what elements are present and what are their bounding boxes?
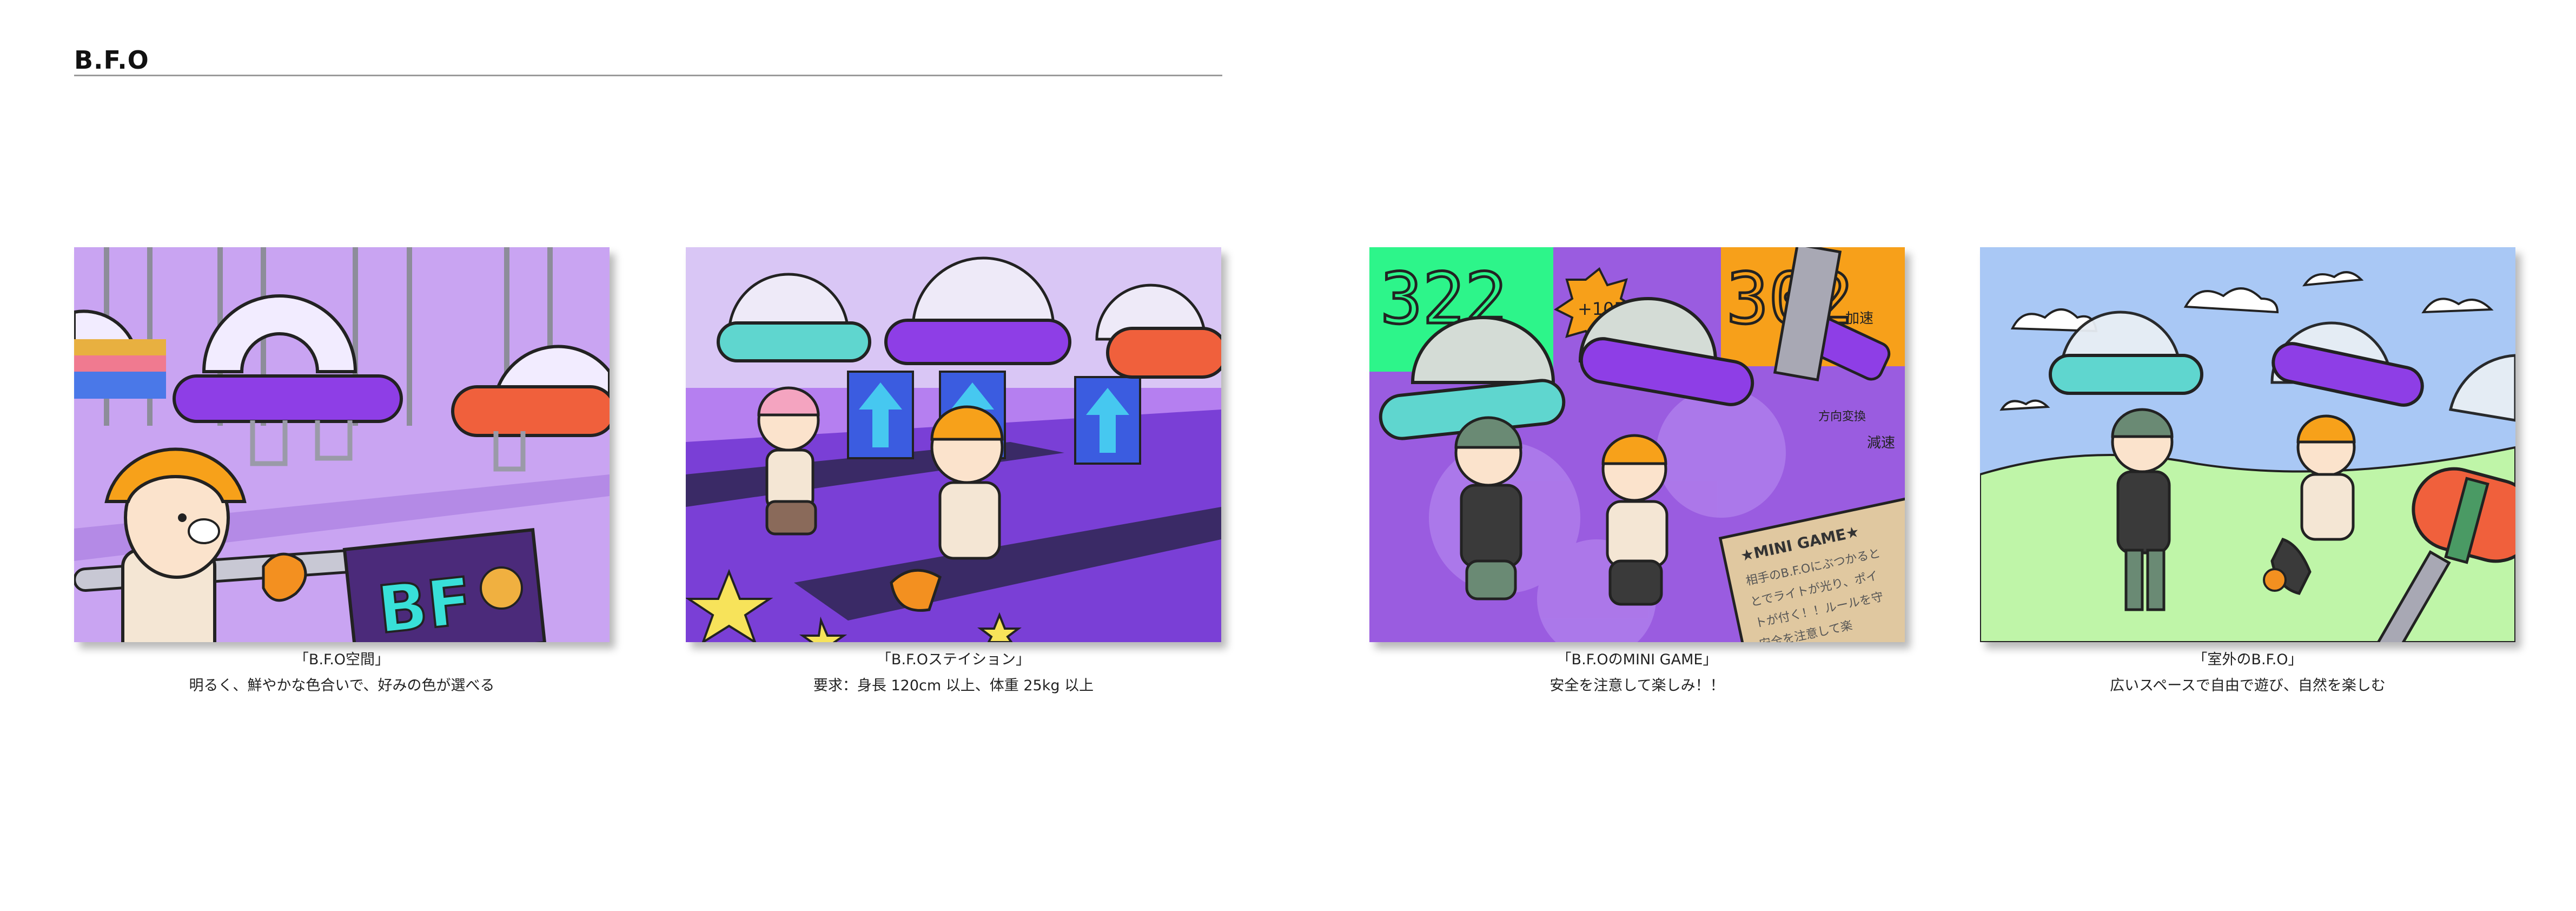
page-title: B.F.O xyxy=(74,45,149,75)
caption-description: 要求：身長 120cm 以上、体重 25kg 以上 xyxy=(813,677,1094,694)
panel-outdoor-bfo-image xyxy=(1980,247,2515,642)
caption-description: 安全を注意して楽しみ！！ xyxy=(1549,677,1725,694)
caption-description: 明るく、鮮やかな色合いで、好みの色が選べる xyxy=(189,677,495,694)
character-right xyxy=(1601,434,1668,606)
bfo-space-illustration: BF xyxy=(74,247,610,642)
caption-description: 広いスペースで自由で遊び、自然を楽しむ xyxy=(2110,677,2386,694)
bfo-sign-text: BF xyxy=(374,564,475,642)
caption-title: 「B.F.Oステイション」 xyxy=(876,651,1031,668)
panel-bfo-space-image: BF xyxy=(74,247,610,642)
page-header: B.F.O xyxy=(74,45,1222,76)
caption-bfo-minigame: 「B.F.OのMINI GAME」 安全を注意して楽しみ！！ xyxy=(1369,649,1905,697)
caption-title: 「B.F.OのMINI GAME」 xyxy=(1557,651,1718,668)
bfo-station-illustration xyxy=(686,247,1221,642)
caption-outdoor-bfo: 「室外のB.F.O」 広いスペースで自由で遊び、自然を楽しむ xyxy=(1980,649,2515,697)
control-accel-label: 加速 xyxy=(1845,311,1873,327)
control-direction-label: 方向変換 xyxy=(1818,410,1866,424)
character-left xyxy=(1454,416,1522,600)
character-girl xyxy=(757,386,820,536)
caption-bfo-space: 「B.F.O空間」 明るく、鮮やかな色合いで、好みの色が選べる xyxy=(74,649,610,697)
bfo-minigame-illustration: 322 302 +10P 加速 方向変換 減速 xyxy=(1369,247,1905,642)
caption-bfo-station: 「B.F.Oステイション」 要求：身長 120cm 以上、体重 25kg 以上 xyxy=(686,649,1221,697)
panel-bfo-station-image xyxy=(686,247,1221,642)
caption-title: 「室外のB.F.O」 xyxy=(2193,651,2303,668)
bfo-sign: BF xyxy=(342,527,547,642)
panel-bfo-minigame-image: 322 302 +10P 加速 方向変換 減速 xyxy=(1369,247,1905,642)
caption-title: 「B.F.O空間」 xyxy=(294,651,390,668)
control-decel-label: 減速 xyxy=(1867,435,1895,451)
outdoor-bfo-illustration xyxy=(1980,247,2515,642)
